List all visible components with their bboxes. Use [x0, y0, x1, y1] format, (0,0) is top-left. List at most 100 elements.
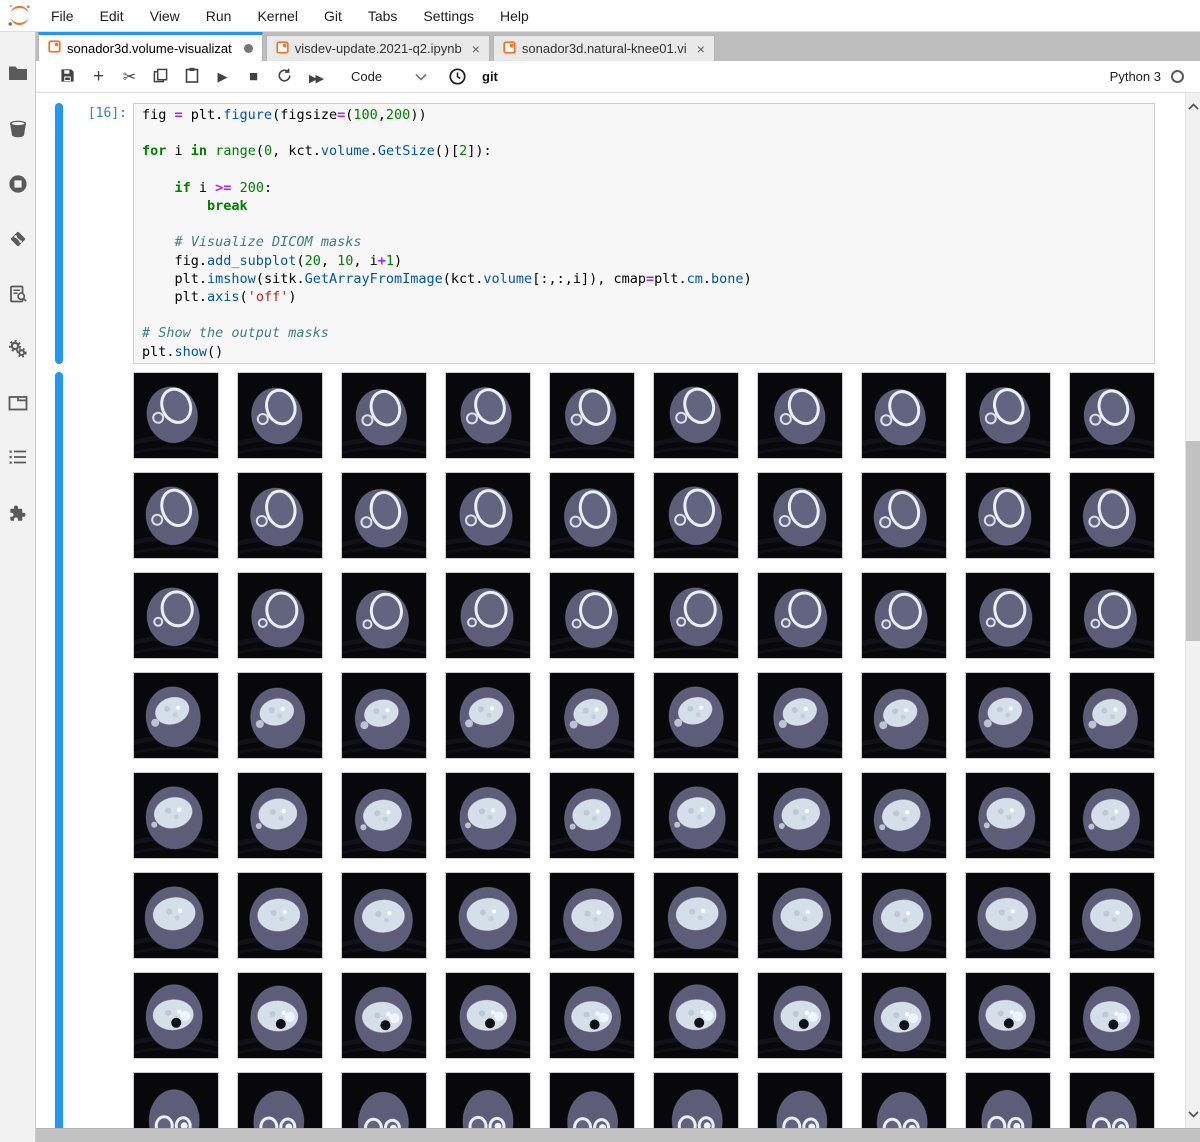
tab-sonador3d.natural-knee01.vi[interactable]: sonador3d.natural-knee01.vi × — [492, 35, 715, 61]
ct-slice-image — [341, 471, 427, 559]
tab-icon — [8, 394, 28, 417]
ct-slice-image — [445, 471, 531, 559]
sidebar-item-extensions[interactable] — [0, 504, 35, 559]
sidebar-item-settings[interactable] — [0, 339, 35, 394]
plus-icon: + — [92, 66, 105, 87]
code-editor[interactable]: fig = plt.figure(figsize=(100,200)) for … — [133, 103, 1155, 364]
menu-item-run[interactable]: Run — [193, 8, 245, 24]
ct-slice-image — [757, 471, 843, 559]
interrupt-kernel-button[interactable]: ■ — [238, 64, 269, 90]
puzzle-icon — [8, 504, 28, 529]
copy-cells-button[interactable] — [145, 64, 176, 90]
close-icon[interactable]: × — [697, 41, 705, 57]
menu-item-file[interactable]: File — [38, 8, 87, 24]
ct-slice-image — [757, 771, 843, 859]
tab-sonador3d.volume-visualizat[interactable]: sonador3d.volume-visualizat — [38, 32, 263, 61]
gears-icon — [8, 339, 28, 364]
ct-slice-image — [1069, 571, 1155, 659]
tab-label: sonador3d.volume-visualizat — [67, 40, 232, 56]
vertical-scrollbar[interactable] — [1185, 93, 1200, 1128]
ct-slice-image — [861, 771, 947, 859]
cell-type-dropdown[interactable]: Code — [345, 67, 433, 86]
sidebar-item-open-tabs[interactable] — [0, 394, 35, 449]
menu-item-help[interactable]: Help — [487, 8, 542, 24]
sidebar-item-inspector[interactable] — [0, 284, 35, 339]
scroll-down-icon[interactable] — [1188, 1105, 1199, 1123]
menu-items: File Edit View Run Kernel Git Tabs Settings Help — [38, 8, 542, 24]
kernel-status-icon[interactable] — [1171, 70, 1184, 83]
code-line: plt.show() — [142, 343, 224, 360]
menu-item-kernel[interactable]: Kernel — [244, 8, 310, 24]
save-button[interactable] — [52, 64, 83, 90]
menu-item-view[interactable]: View — [137, 8, 193, 24]
notebook-file-icon — [48, 40, 61, 56]
ct-slice-image — [445, 371, 531, 459]
notebook-toolbar: + ✂ ▶ ■ ▶▶ Code git Python 3 — [36, 61, 1200, 93]
run-button[interactable]: ▶ — [207, 64, 238, 90]
save-icon — [60, 68, 75, 86]
tab-visdev-update.2021-q2.ipynb[interactable]: visdev-update.2021-q2.ipynb × — [265, 35, 490, 61]
notebook-panel: [16]: fig = plt.figure(figsize=(100,200)… — [36, 93, 1200, 1142]
menu-item-git[interactable]: Git — [311, 8, 355, 24]
output-collapser[interactable] — [55, 371, 63, 1142]
sidebar-item-git[interactable] — [0, 229, 35, 284]
scrollbar-thumb[interactable] — [1186, 441, 1200, 641]
menu-item-edit[interactable]: Edit — [87, 8, 137, 24]
ct-slice-image — [549, 471, 635, 559]
ct-slice-image — [549, 971, 635, 1059]
menu-item-settings[interactable]: Settings — [410, 8, 487, 24]
input-collapser[interactable] — [55, 103, 63, 364]
close-icon[interactable]: × — [472, 41, 480, 57]
add-cell-button[interactable]: + — [83, 64, 114, 90]
ct-slice-image — [861, 871, 947, 959]
git-toolbar-label[interactable]: git — [482, 69, 498, 84]
ct-slice-image — [445, 971, 531, 1059]
ct-slice-image — [445, 571, 531, 659]
menu-item-tabs[interactable]: Tabs — [355, 8, 411, 24]
restart-run-all-button[interactable]: ▶▶ — [300, 64, 331, 90]
ct-slice-image — [341, 971, 427, 1059]
scroll-up-icon[interactable] — [1188, 98, 1199, 116]
horizontal-scrollbar[interactable] — [36, 1128, 1200, 1142]
kernel-name[interactable]: Python 3 — [1110, 69, 1161, 84]
code-line: for i in range(0, kct.volume.GetSize()[2… — [142, 143, 492, 160]
restart-kernel-button[interactable] — [269, 64, 300, 90]
sidebar-item-running-sessions[interactable] — [0, 174, 35, 229]
notebook-search-icon — [8, 284, 28, 309]
ct-slice-image — [549, 571, 635, 659]
ct-slice-image — [653, 671, 739, 759]
ct-slice-image — [445, 671, 531, 759]
ct-slice-image — [653, 771, 739, 859]
ct-slice-image — [133, 671, 219, 759]
ct-slice-image — [861, 671, 947, 759]
ct-slice-image — [757, 371, 843, 459]
ct-slice-image — [549, 371, 635, 459]
restart-icon — [277, 68, 292, 86]
ct-slice-image — [133, 771, 219, 859]
sidebar-item-toc[interactable] — [0, 449, 35, 504]
sidebar-item-bucket-browser[interactable] — [0, 119, 35, 174]
ct-slice-image — [133, 871, 219, 959]
ct-slice-image — [965, 671, 1051, 759]
sidebar-item-file-browser[interactable] — [0, 64, 35, 119]
run-icon: ▶ — [217, 69, 228, 84]
output-row — [133, 671, 1155, 759]
ct-slice-image — [1069, 671, 1155, 759]
ct-slice-image — [965, 771, 1051, 859]
cut-cells-button[interactable]: ✂ — [114, 64, 145, 90]
paste-cells-button[interactable] — [176, 64, 207, 90]
history-clock-icon[interactable] — [449, 68, 466, 85]
ct-slice-image — [1069, 371, 1155, 459]
ct-slice-image — [133, 471, 219, 559]
ct-slice-image — [133, 371, 219, 459]
ct-slice-image — [653, 571, 739, 659]
bucket-icon — [8, 119, 28, 143]
output-row — [133, 771, 1155, 859]
code-line: # Visualize DICOM masks — [174, 234, 362, 251]
stop-icon: ■ — [248, 68, 259, 85]
ct-slice-image — [237, 871, 323, 959]
tab-label: visdev-update.2021-q2.ipynb — [294, 41, 462, 56]
chevron-down-icon — [415, 69, 427, 84]
ct-slice-image — [965, 471, 1051, 559]
